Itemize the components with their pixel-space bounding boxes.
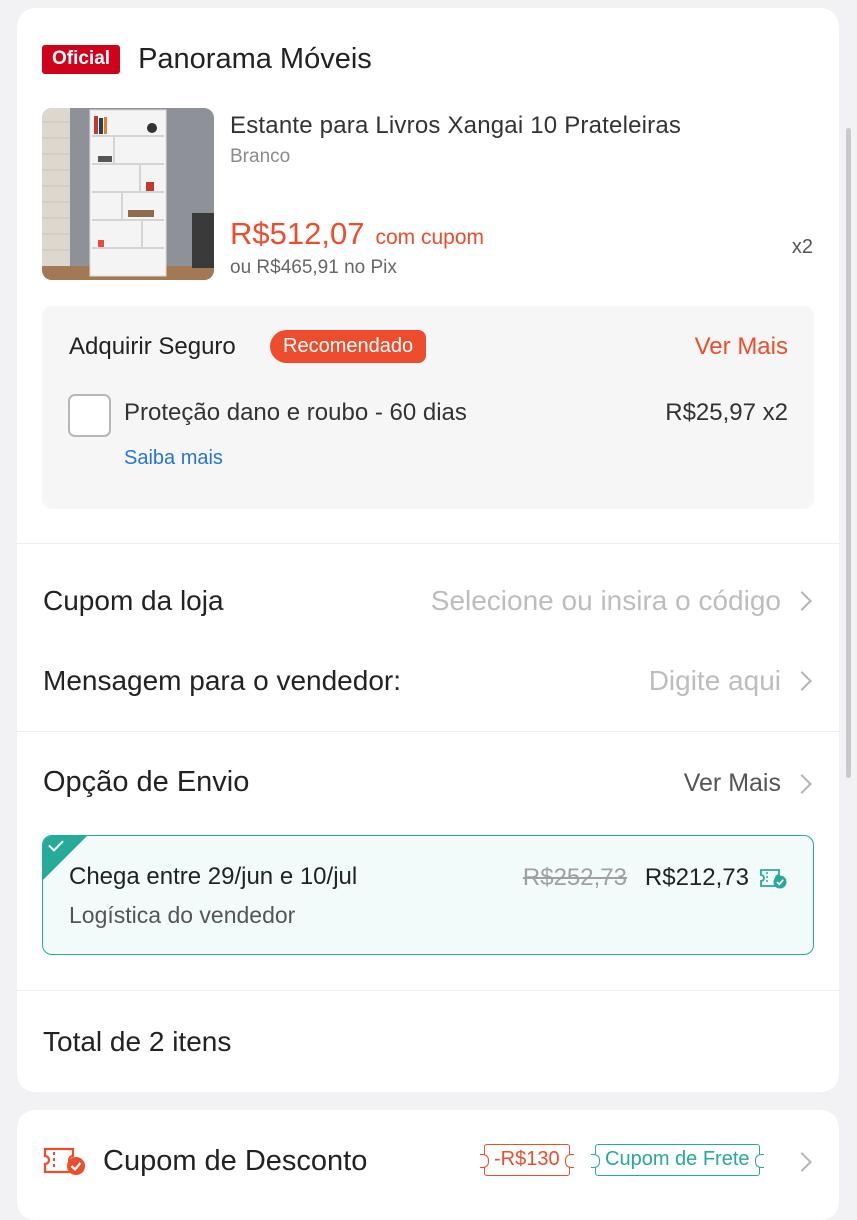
divider	[17, 990, 839, 991]
shipping-price: R$212,73	[644, 864, 749, 891]
product-variant[interactable]: Branco	[230, 146, 290, 168]
pix-price: ou R$465,91 no Pix	[230, 257, 397, 278]
discount-coupon-label: Cupom de Desconto	[103, 1145, 368, 1177]
store-coupon-label: Cupom da loja	[43, 585, 224, 616]
store-name[interactable]: Panorama Móveis	[138, 43, 372, 76]
divider	[17, 731, 839, 732]
shipping-title: Opção de Envio	[43, 766, 250, 798]
recommended-badge: Recomendado	[270, 330, 427, 363]
discount-tag: -R$130	[480, 1144, 574, 1176]
coupon-ticket-icon	[43, 1144, 87, 1178]
chevron-right-icon	[792, 591, 812, 611]
shipping-option-card[interactable]: Chega entre 29/jun e 10/jul Logística do…	[42, 835, 814, 955]
insurance-price: R$25,97 x2	[665, 399, 788, 426]
product-quantity: x2	[791, 236, 813, 258]
product-price: R$512,07	[230, 216, 365, 251]
shipping-coupon-tag: Cupom de Frete	[591, 1144, 764, 1176]
seller-message-label: Mensagem para o vendedor:	[43, 665, 401, 696]
learn-more-link[interactable]: Saiba mais	[124, 447, 223, 470]
scrollbar[interactable]	[846, 128, 851, 778]
chevron-right-icon	[792, 774, 812, 794]
discount-coupon-row[interactable]: Cupom de Desconto -R$130 Cupom de Frete	[17, 1110, 839, 1220]
delivery-dates: Chega entre 29/jun e 10/jul	[69, 863, 358, 890]
insurance-option-label[interactable]: Proteção dano e roubo - 60 dias	[124, 399, 467, 427]
insurance-panel: Adquirir Seguro Recomendado Ver Mais Pro…	[42, 306, 814, 509]
chevron-right-icon	[792, 671, 812, 691]
shipping-see-more-link[interactable]: Ver Mais	[684, 769, 781, 798]
price-coupon-note: com cupom	[375, 226, 484, 249]
price-line: R$512,07 com cupom	[230, 216, 484, 252]
insurance-checkbox[interactable]	[68, 394, 111, 437]
product-title[interactable]: Estante para Livros Xangai 10 Prateleira…	[230, 112, 681, 140]
shipping-method: Logística do vendedor	[69, 902, 296, 928]
store-header[interactable]: Oficial Panorama Móveis	[42, 43, 372, 76]
divider	[17, 543, 839, 544]
chevron-right-icon	[792, 1152, 812, 1172]
insurance-see-more-link[interactable]: Ver Mais	[695, 333, 788, 361]
order-card: Oficial Panorama Móveis Estante para Liv…	[17, 8, 839, 1092]
shipping-old-price: R$252,73	[522, 864, 627, 891]
official-badge: Oficial	[42, 45, 121, 74]
store-coupon-placeholder[interactable]: Selecione ou insira o código	[431, 585, 781, 617]
voucher-check-icon	[759, 866, 787, 890]
total-items: Total de 2 itens	[43, 1026, 232, 1057]
seller-message-input[interactable]: Digite aqui	[649, 665, 781, 697]
product-image[interactable]	[42, 108, 214, 280]
insurance-title: Adquirir Seguro	[69, 333, 236, 360]
